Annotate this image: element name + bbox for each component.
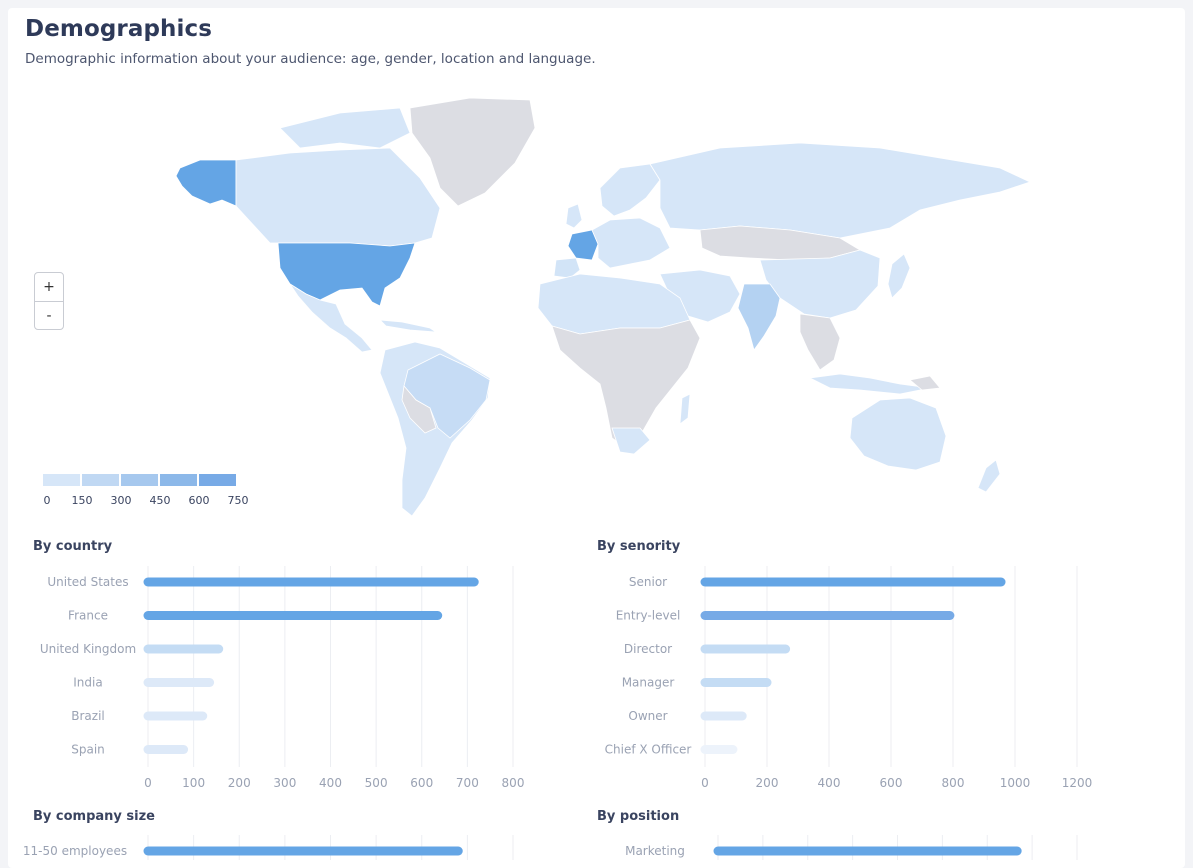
category-label: Owner <box>628 709 667 723</box>
category-label: India <box>73 676 102 690</box>
category-label: Director <box>624 642 672 656</box>
category-label: 11-50 employees <box>23 844 127 858</box>
bar-charts: 0 100 200 300 400 500 600 700 800 United States Fr… <box>23 566 1093 860</box>
x-tick-label: 100 <box>182 776 205 790</box>
x-tick-label: 500 <box>365 776 388 790</box>
x-tick-label: 400 <box>818 776 841 790</box>
x-tick-label: 300 <box>273 776 296 790</box>
category-label: Marketing <box>625 844 685 858</box>
x-tick-label: 800 <box>502 776 525 790</box>
x-tick-label: 800 <box>942 776 965 790</box>
category-label: United Kingdom <box>40 642 136 656</box>
x-tick-label: 1200 <box>1062 776 1093 790</box>
category-label: Chief X Officer <box>605 743 692 757</box>
charts-layer: 0 100 200 300 400 500 600 700 800 United States Fr… <box>0 0 1193 860</box>
x-tick-label: 400 <box>319 776 342 790</box>
x-tick-label: 0 <box>144 776 152 790</box>
x-tick-label: 600 <box>410 776 433 790</box>
x-tick-label: 200 <box>228 776 251 790</box>
x-tick-label: 1000 <box>1000 776 1031 790</box>
category-label: France <box>68 609 108 623</box>
category-label: United States <box>47 575 128 589</box>
category-label: Senior <box>629 575 667 589</box>
x-tick-label: 600 <box>880 776 903 790</box>
x-tick-label: 0 <box>701 776 709 790</box>
x-tick-label: 700 <box>456 776 479 790</box>
category-label: Spain <box>71 743 105 757</box>
category-label: Manager <box>622 676 675 690</box>
x-tick-label: 200 <box>756 776 779 790</box>
category-label: Brazil <box>71 709 105 723</box>
category-label: Entry-level <box>616 609 681 623</box>
